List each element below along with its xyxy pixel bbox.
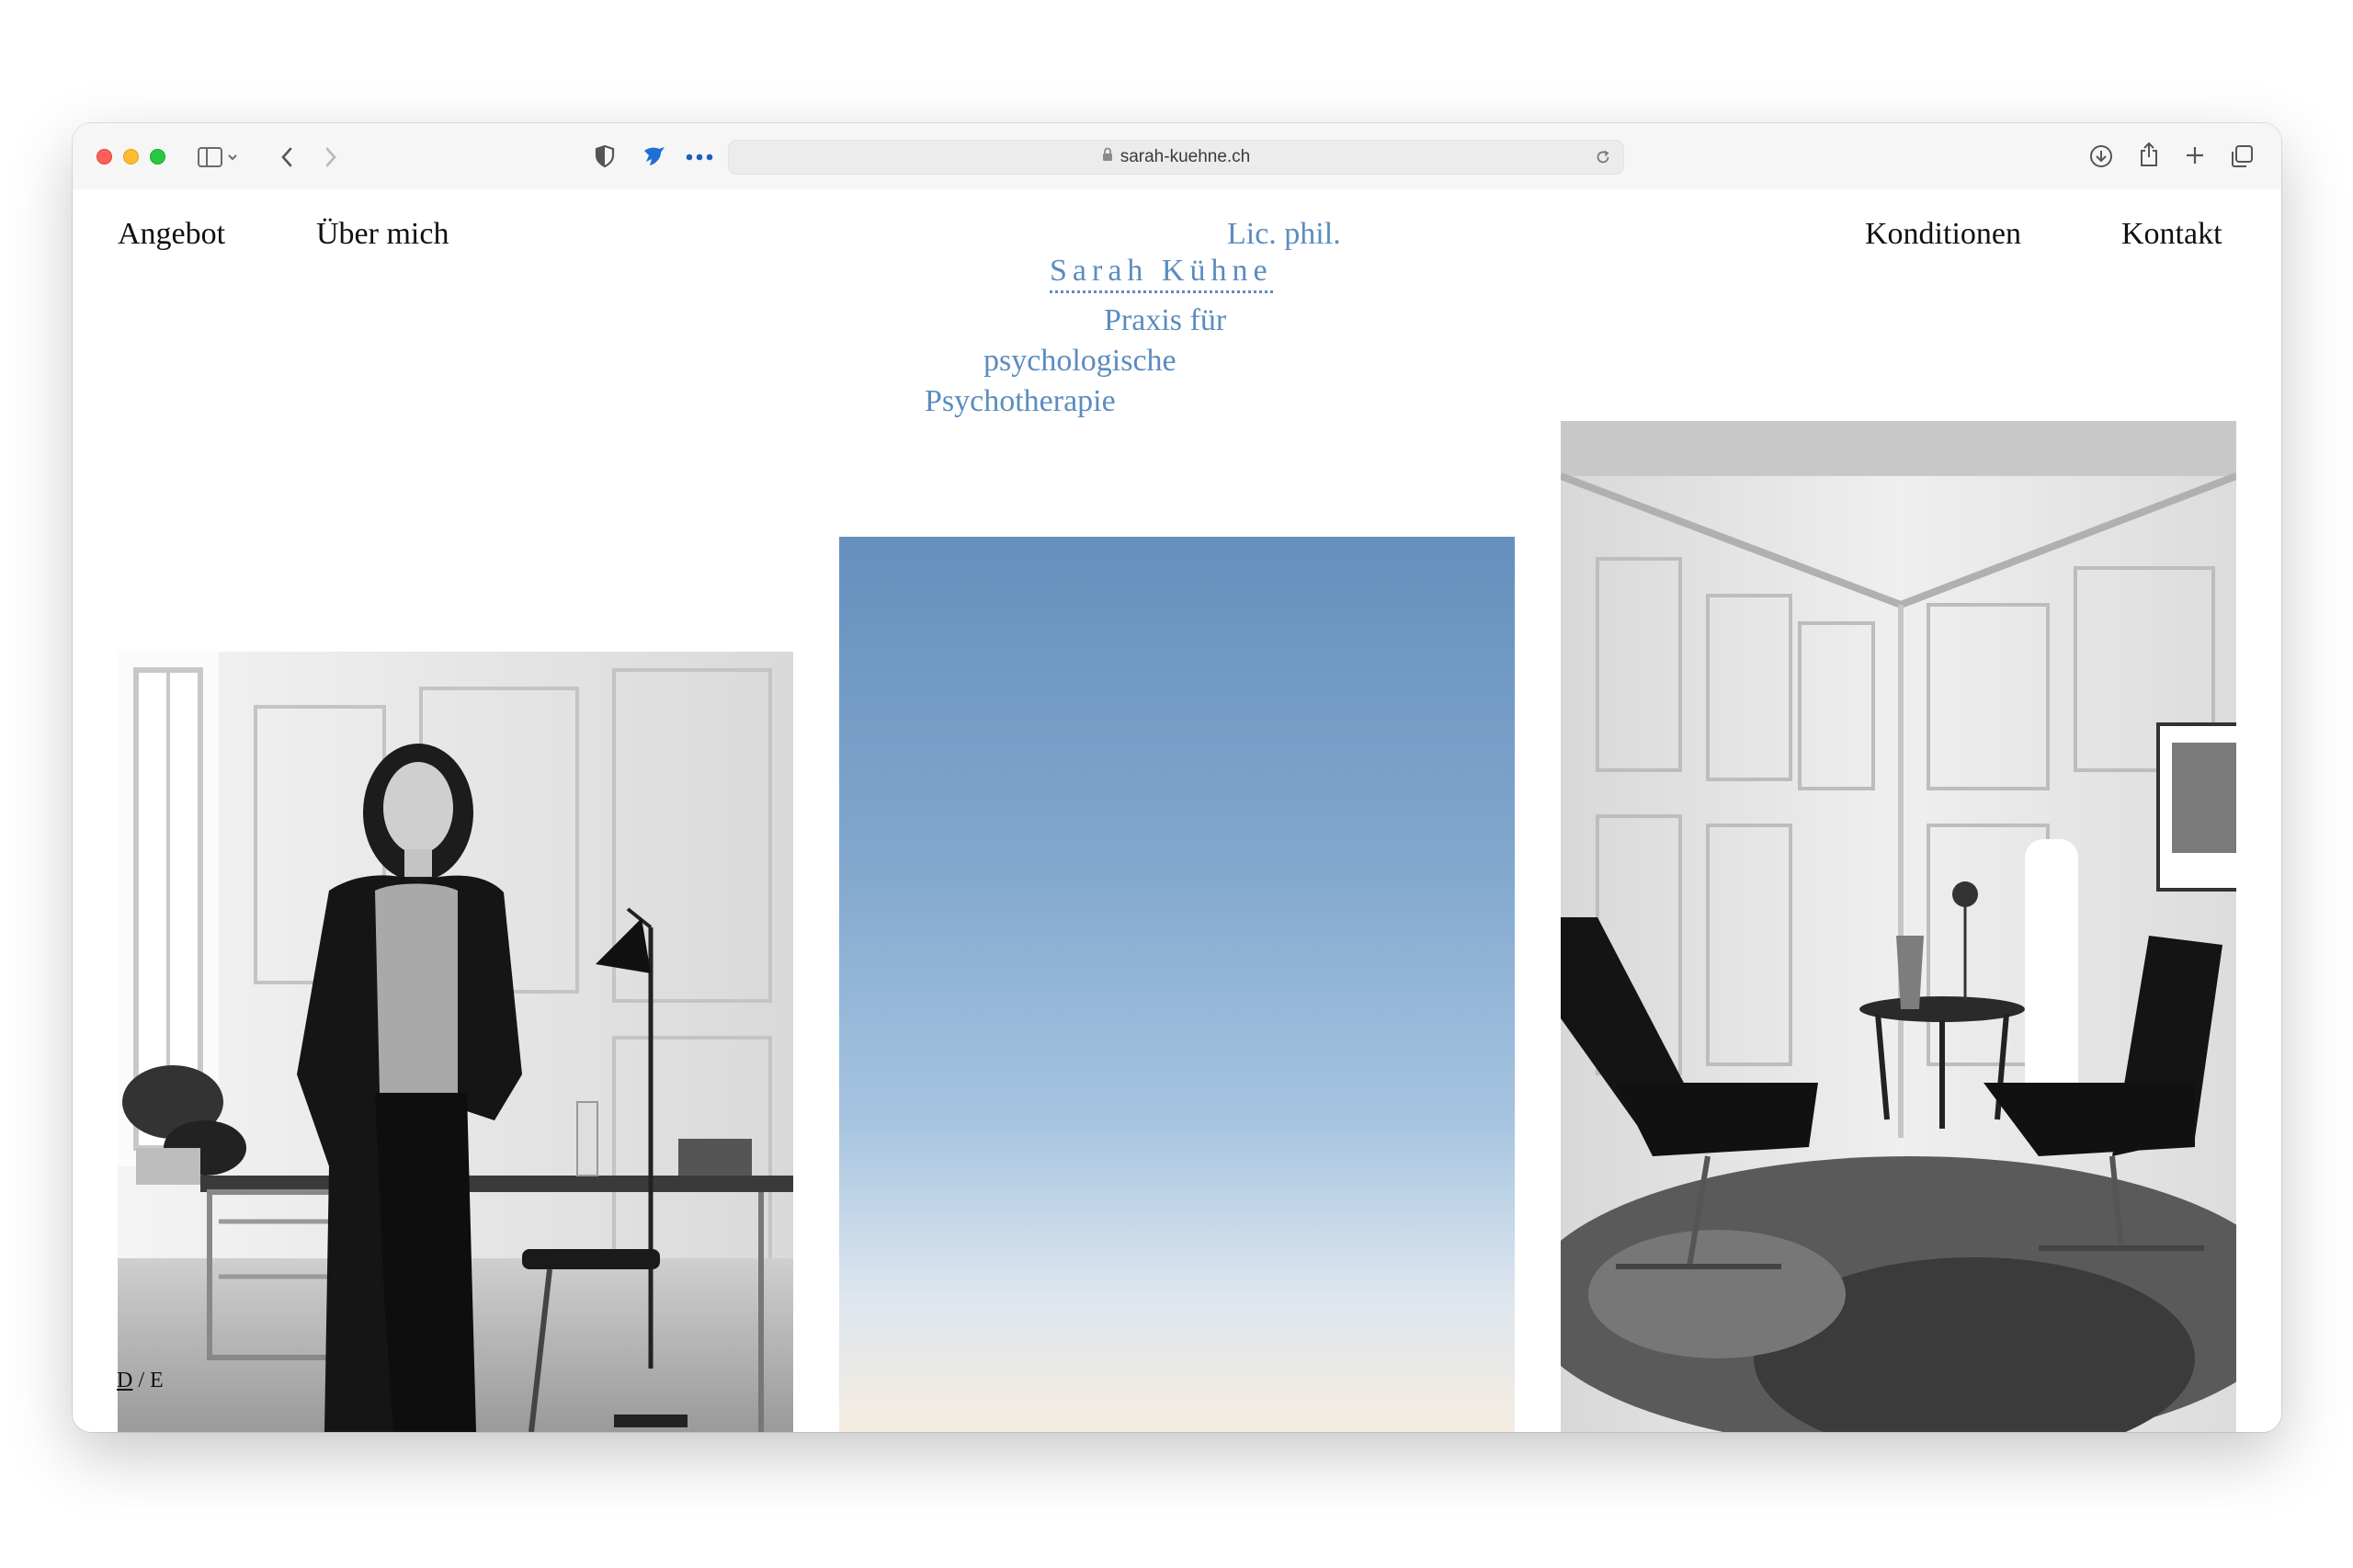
sky-image: [839, 537, 1515, 1432]
portrait-photo: [118, 652, 793, 1432]
nav-ueber-mich[interactable]: Über mich: [316, 217, 449, 252]
browser-toolbar: sarah-kuehne.ch: [73, 123, 2281, 190]
lock-icon: [1102, 147, 1113, 167]
download-icon[interactable]: [2086, 142, 2116, 171]
language-separator: /: [138, 1369, 145, 1392]
logo-line-psychologische: psychologische: [983, 344, 1176, 378]
tab-overview-icon[interactable]: [2227, 142, 2256, 171]
language-de-link[interactable]: D: [117, 1369, 132, 1392]
maximize-window-button[interactable]: [150, 149, 165, 165]
language-en-link[interactable]: E: [150, 1369, 164, 1392]
logo-line-praxis: Praxis für: [1104, 303, 1227, 337]
therapy-room-photo: [1561, 421, 2236, 1432]
language-switcher: D / E: [117, 1369, 164, 1393]
nav-kontakt[interactable]: Kontakt: [2121, 217, 2222, 252]
bird-extension-icon[interactable]: [638, 141, 669, 172]
plus-icon[interactable]: [2181, 142, 2209, 169]
logo-name: Sarah Kühne: [1050, 254, 1273, 293]
url-text: sarah-kuehne.ch: [1120, 147, 1251, 166]
close-window-button[interactable]: [97, 149, 112, 165]
nav-konditionen[interactable]: Konditionen: [1865, 217, 2021, 252]
ellipsis-icon[interactable]: [684, 143, 715, 171]
minimize-window-button[interactable]: [123, 149, 139, 165]
shield-icon[interactable]: [591, 142, 619, 170]
logo-title: Lic. phil.: [1227, 217, 1341, 251]
page-content: Angebot Über mich Konditionen Kontakt Li…: [73, 189, 2281, 1432]
nav-angebot[interactable]: Angebot: [118, 217, 225, 252]
chevron-right-icon[interactable]: [317, 143, 345, 171]
chevron-left-icon[interactable]: [273, 143, 301, 171]
sidebar-icon[interactable]: [195, 143, 241, 171]
share-icon[interactable]: [2134, 139, 2164, 170]
address-bar[interactable]: sarah-kuehne.ch: [728, 140, 1624, 175]
browser-window: sarah-kuehne.ch Angebot Über mich Kondit…: [73, 123, 2281, 1432]
reload-icon[interactable]: [1594, 148, 1612, 172]
logo-line-psychotherapie: Psychotherapie: [925, 384, 1116, 418]
